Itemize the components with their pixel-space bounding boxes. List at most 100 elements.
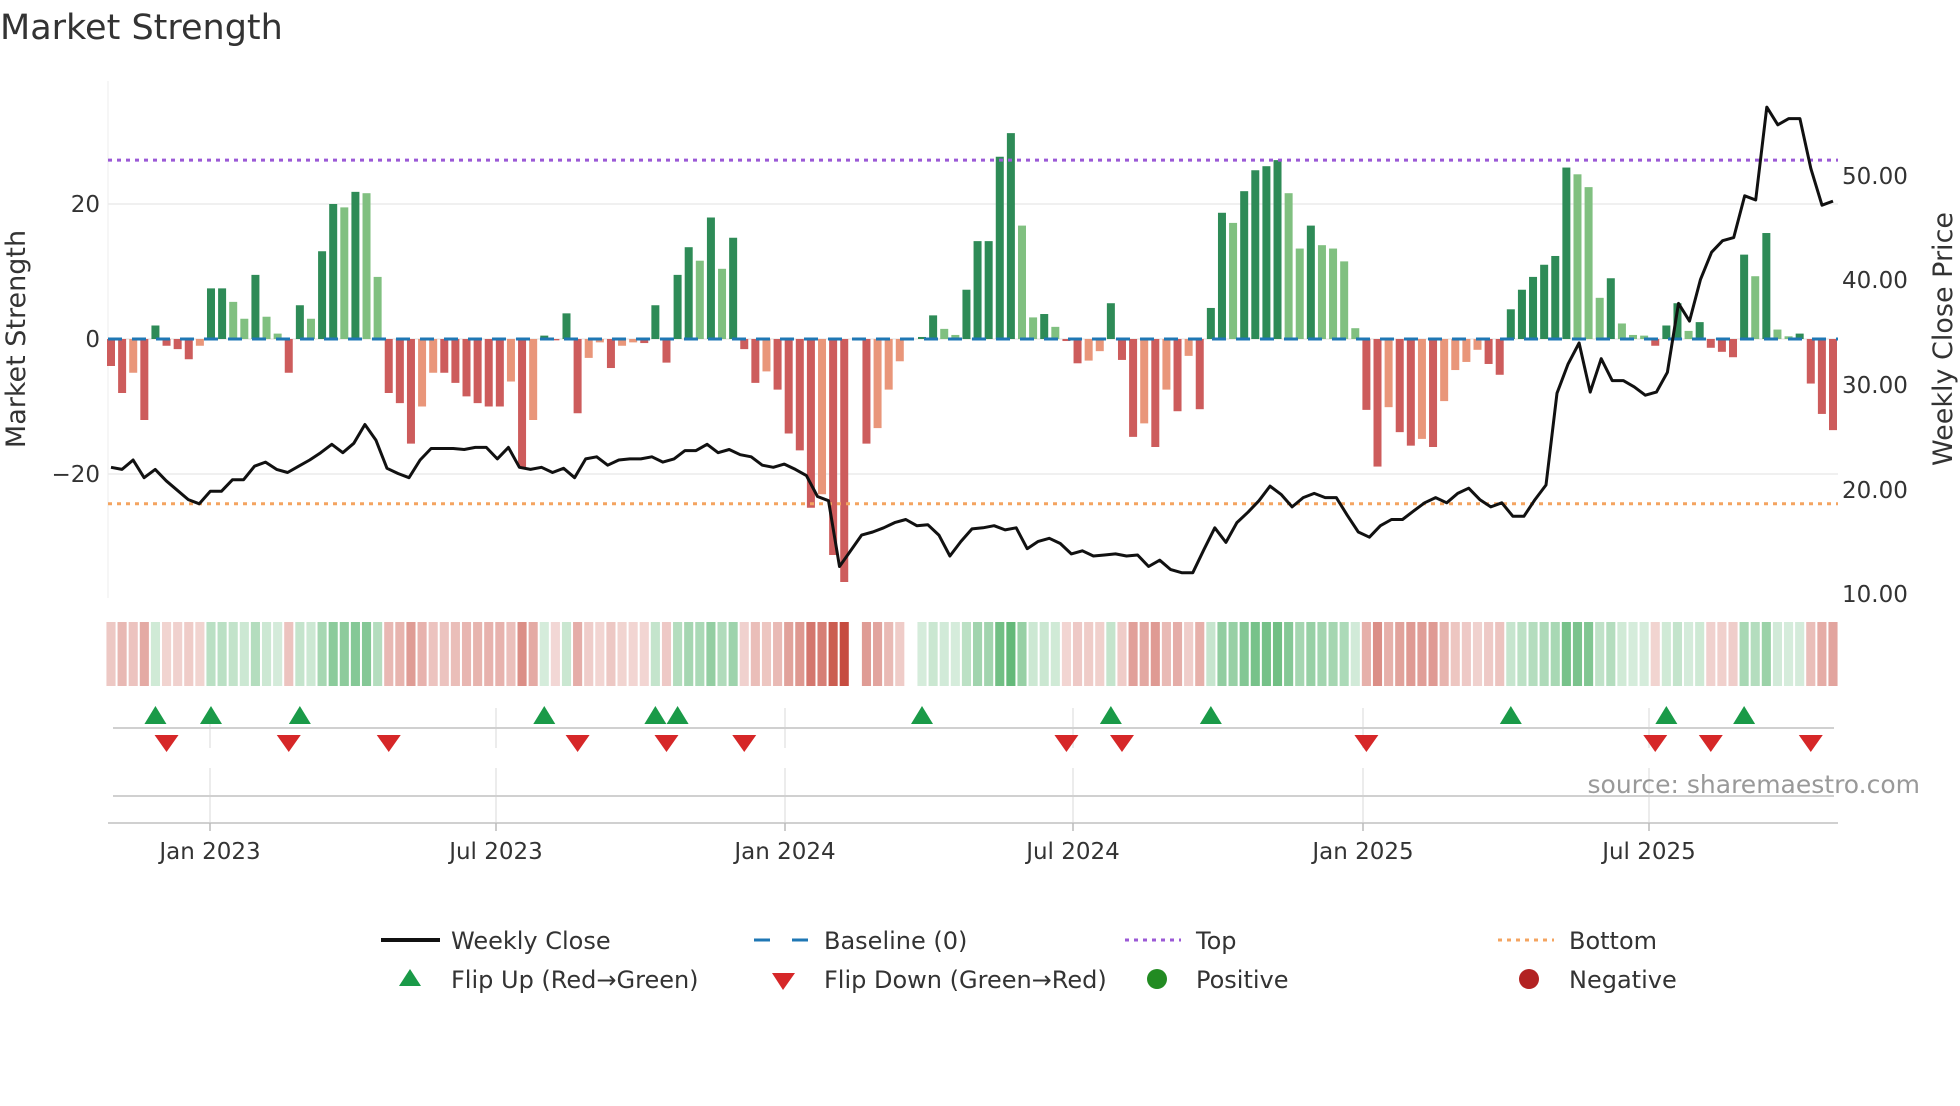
strength-bar (606, 339, 615, 369)
heatmap-cell (1717, 622, 1727, 686)
strength-bar (1762, 233, 1771, 339)
strength-bar (362, 193, 371, 339)
x-tick-label: Jul 2023 (447, 839, 543, 865)
strength-bar (1195, 339, 1204, 410)
strength-bar (1351, 328, 1360, 339)
flip-up-marker (1499, 706, 1522, 724)
heatmap-cell (1206, 622, 1216, 686)
heatmap-cell (150, 622, 160, 686)
heatmap-cell (1439, 622, 1449, 686)
heatmap-cell (1184, 622, 1194, 686)
strength-bar (351, 191, 360, 339)
heatmap-cell (1617, 622, 1627, 686)
strength-bar (284, 339, 293, 373)
strength-bar (206, 288, 215, 339)
strength-bar (718, 268, 727, 339)
heatmap-cell (406, 622, 416, 686)
y2-tick-label: 20.00 (1842, 478, 1908, 504)
y-tick-label: 0 (85, 327, 100, 353)
x-tick-label: Jul 2024 (1024, 839, 1120, 865)
strength-bar (195, 339, 204, 346)
flip-up-marker (644, 706, 667, 724)
strength-bar (795, 339, 804, 451)
strength-bar (1029, 317, 1038, 339)
heatmap-cell (1372, 622, 1383, 686)
heatmap-cell (1228, 622, 1238, 686)
strength-bar (1717, 339, 1726, 352)
strength-bar (295, 305, 304, 339)
strength-bar (995, 156, 1004, 339)
heatmap-cell (1106, 622, 1116, 686)
heatmap-cell (317, 622, 327, 686)
heatmap-cell (584, 622, 594, 686)
heatmap-cell (661, 622, 672, 686)
strength-bar (1817, 339, 1826, 414)
heatmap-cell (1772, 622, 1783, 686)
heatmap-cell (117, 622, 127, 686)
heatmap-cell (339, 622, 349, 686)
circle-icon (1519, 969, 1539, 989)
strength-bar (1617, 323, 1626, 339)
strength-bar (462, 339, 471, 397)
y2-tick-label: 40.00 (1842, 268, 1908, 294)
heatmap-cell (1017, 622, 1027, 686)
heatmap-cell (361, 622, 372, 686)
heatmap-cell (473, 622, 483, 686)
heatmap-cell (1161, 622, 1171, 686)
heatmap-cell (373, 622, 383, 686)
strength-bar (1073, 339, 1082, 364)
strength-bar (1229, 222, 1238, 339)
heatmap-cell (1306, 622, 1316, 686)
strength-bar (529, 339, 538, 420)
strength-bar (1117, 339, 1126, 360)
heatmap-cell (1528, 622, 1538, 686)
heatmap-cell (884, 622, 894, 686)
strength-bar (662, 339, 671, 363)
strength-bar (1462, 339, 1471, 362)
x-tick-label: Jan 2025 (1310, 839, 1413, 865)
strength-bar (706, 217, 715, 339)
strength-bar (929, 315, 938, 339)
y-tick-label: −20 (51, 462, 100, 488)
heatmap-cell (1784, 622, 1794, 686)
strength-bar (1173, 339, 1182, 412)
flip-down-marker (1354, 735, 1379, 752)
heatmap-cell (1195, 622, 1205, 686)
strength-bar (684, 247, 693, 339)
legend-label: Negative (1569, 966, 1677, 994)
heatmap-cell (1395, 622, 1405, 686)
strength-bar (1540, 264, 1549, 339)
flip-down-marker (732, 735, 757, 752)
heatmap-cell (706, 622, 716, 686)
heatmap-cell (1006, 622, 1016, 686)
strength-bar (1406, 339, 1415, 446)
heatmap-cell (895, 622, 905, 686)
legend-label: Flip Up (Red→Green) (451, 966, 699, 994)
heatmap-cell (517, 622, 527, 686)
heatmap-cell (417, 622, 427, 686)
heatmap-cell (1517, 622, 1527, 686)
strength-bar (1184, 339, 1193, 356)
heatmap-cell (1050, 622, 1060, 686)
y2-tick-label: 10.00 (1842, 582, 1908, 608)
strength-bar (762, 339, 771, 372)
strength-bar (1729, 339, 1738, 358)
heatmap-cell (1150, 622, 1160, 686)
strength-bar (884, 339, 893, 390)
legend-label: Positive (1196, 966, 1289, 994)
heatmap-cell (1061, 622, 1071, 686)
strength-bar (562, 313, 571, 339)
strength-bar (629, 339, 638, 343)
legend-label: Baseline (0) (824, 927, 967, 955)
heatmap-cell (295, 622, 305, 686)
strength-bar (107, 339, 115, 366)
flip-down-marker (565, 735, 590, 752)
heatmap-cell (1750, 622, 1760, 686)
heatmap-cell (1484, 622, 1494, 686)
heatmap-cell (773, 622, 783, 686)
heatmap-cell (1561, 622, 1571, 686)
triangle-up-icon (399, 969, 421, 986)
heatmap-cell (1239, 622, 1249, 686)
legend-label: Flip Down (Green→Red) (824, 966, 1107, 994)
strength-bar (1595, 297, 1604, 339)
